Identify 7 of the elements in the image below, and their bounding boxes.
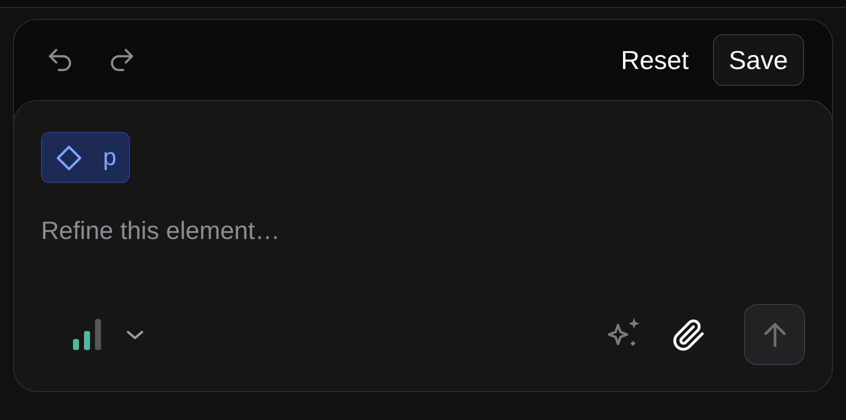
save-button[interactable]: Save [712, 34, 804, 86]
element-chip[interactable]: p [41, 132, 130, 183]
diamond-icon [55, 144, 83, 172]
signal-bars-icon [73, 318, 103, 350]
reset-button[interactable]: Reset [608, 35, 701, 85]
refine-input[interactable]: Refine this element… [41, 211, 805, 251]
paperclip-icon [672, 318, 706, 352]
